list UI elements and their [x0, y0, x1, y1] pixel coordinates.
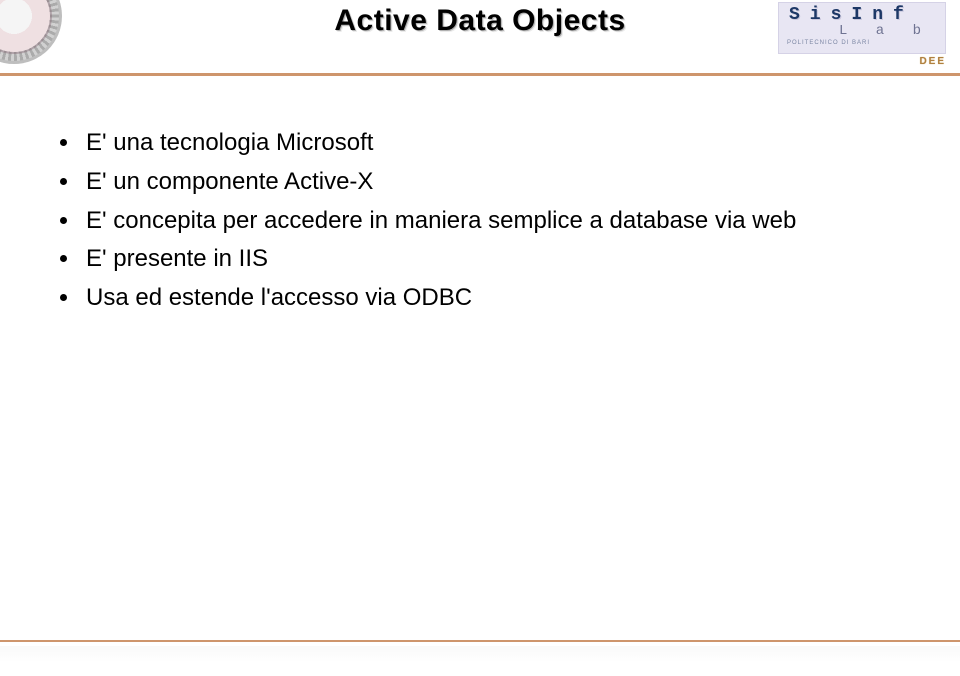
list-item: E' un componente Active-X	[60, 165, 880, 200]
list-item: E' una tecnologia Microsoft	[60, 126, 880, 161]
top-divider	[0, 73, 960, 76]
list-item: E' concepita per accedere in maniera sem…	[60, 204, 880, 239]
institution-seal-icon	[0, 0, 62, 64]
dept-label: DEE	[919, 56, 946, 67]
slide: { "header": { "title": "Active Data Obje…	[0, 0, 960, 676]
list-item: E' presente in IIS	[60, 242, 880, 277]
bottom-divider	[0, 640, 960, 642]
header: Active Data Objects SisInf L a b POLITEC…	[0, 0, 960, 70]
sisinf-lab-logo: SisInf L a b POLITECNICO DI BARI	[778, 2, 946, 54]
logo-line1: SisInf	[779, 3, 945, 25]
footer-shadow	[0, 646, 960, 662]
logo-line2: L a b	[779, 23, 945, 39]
slide-title: Active Data Objects	[334, 4, 625, 38]
logo-line3: POLITECNICO DI BARI	[779, 39, 945, 46]
list-item: Usa ed estende l'accesso via ODBC	[60, 281, 880, 316]
bullet-list: E' una tecnologia Microsoft E' un compon…	[60, 126, 880, 320]
